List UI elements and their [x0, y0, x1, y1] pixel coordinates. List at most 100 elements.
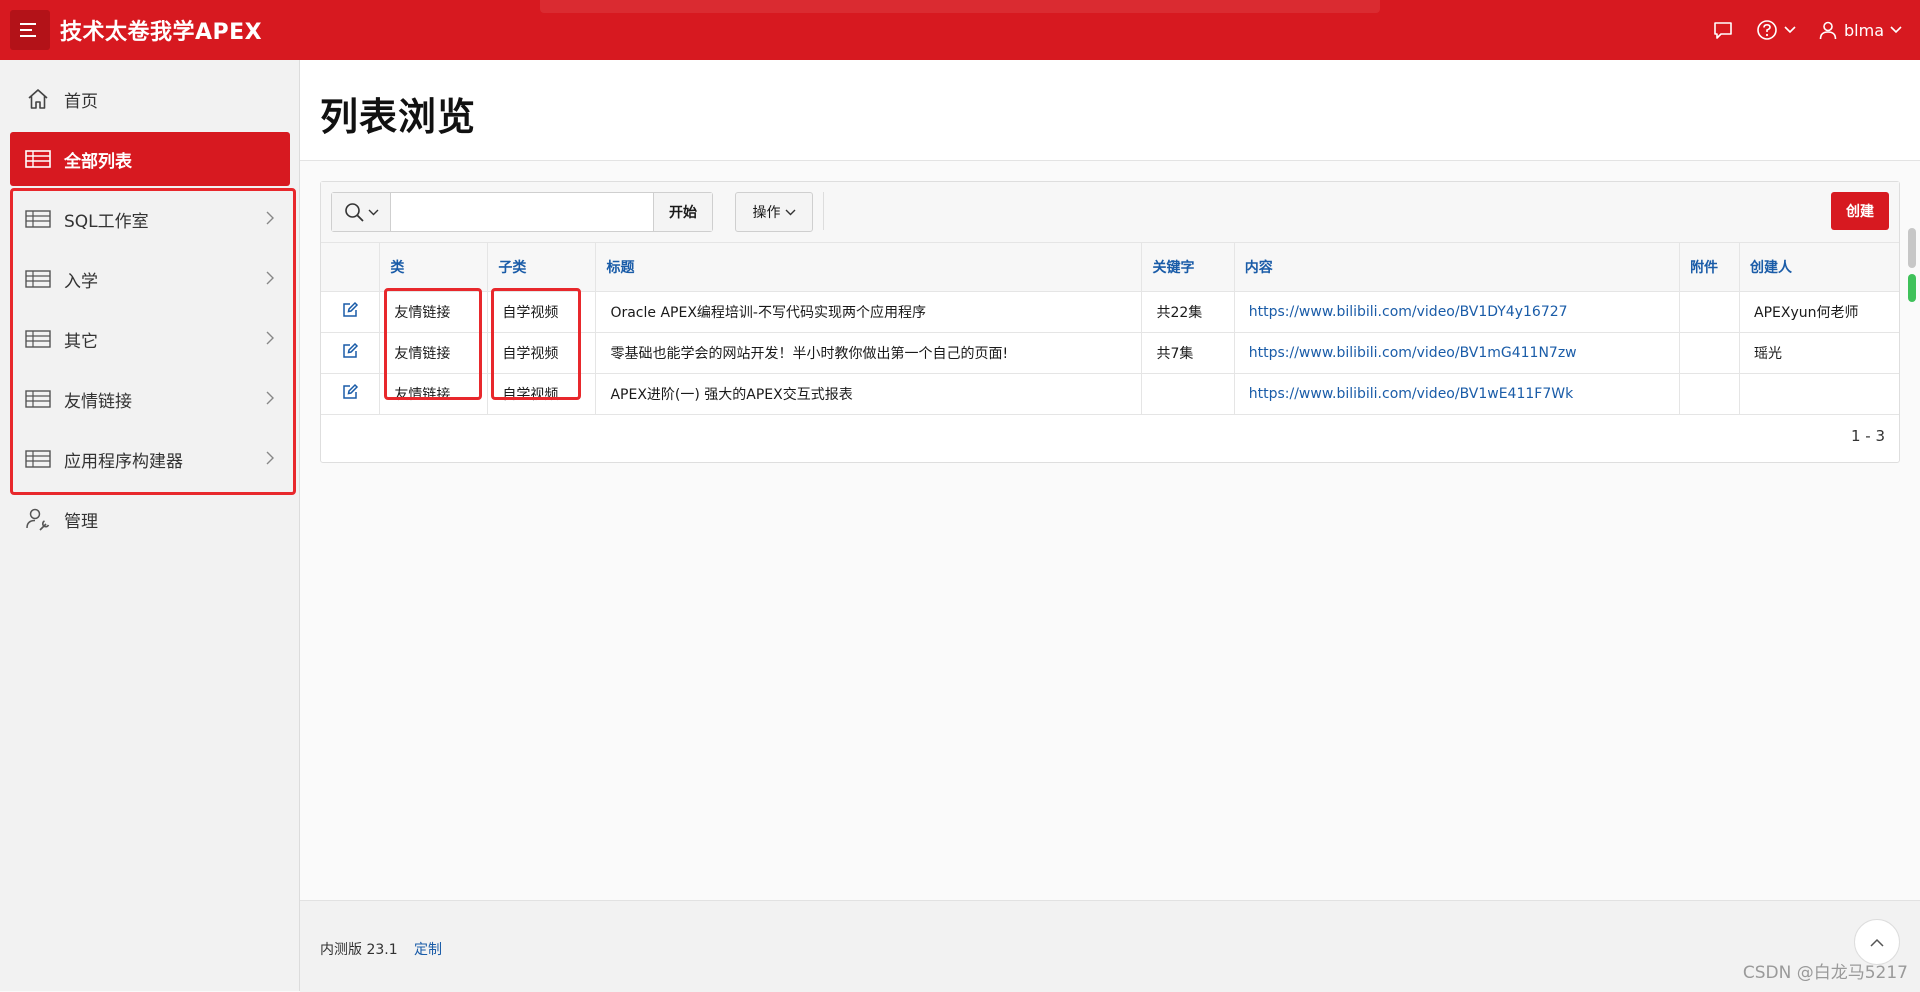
main-content: 列表浏览 开始 操作 创建 类 子类 标题 关键字 内容 附件 创建人 友情链接…	[300, 60, 1920, 992]
sidebar-item-label: 全部列表	[64, 151, 132, 172]
cell-creator: APEXyun何老师	[1739, 291, 1899, 333]
page-footer: 内测版 23.1 定制	[300, 900, 1920, 992]
page-header: 列表浏览	[300, 60, 1920, 161]
edit-icon	[343, 342, 359, 358]
feedback-button[interactable]	[1712, 20, 1734, 40]
table-icon	[24, 145, 52, 173]
search-column-button[interactable]	[332, 193, 391, 231]
chevron-right-icon	[266, 391, 274, 405]
chevron-down-icon	[785, 209, 795, 215]
column-header-attachment[interactable]: 附件	[1679, 243, 1741, 292]
sidebar-item-friend-links[interactable]: 友情链接	[10, 372, 290, 426]
cell-subcategory: 自学视频	[487, 373, 597, 415]
sidebar-item-app-builder[interactable]: 应用程序构建器	[10, 432, 290, 486]
edit-cell[interactable]	[321, 332, 381, 374]
cell-attachment	[1679, 332, 1741, 374]
cell-category: 友情链接	[379, 332, 489, 374]
table-icon	[24, 445, 52, 473]
edit-cell[interactable]	[321, 291, 381, 333]
sidebar-item-label: 管理	[64, 511, 98, 532]
sidebar-item-enrollment[interactable]: 入学	[10, 252, 290, 306]
report-table: 类 子类 标题 关键字 内容 附件 创建人 友情链接 自学视频 Oracle A…	[321, 243, 1899, 415]
cell-category: 友情链接	[379, 291, 489, 333]
go-button[interactable]: 开始	[653, 193, 712, 231]
chevron-down-icon	[1890, 26, 1902, 34]
column-header-edit	[321, 243, 381, 292]
chevron-right-icon	[266, 211, 274, 225]
chevron-right-icon	[266, 331, 274, 345]
chevron-right-icon	[266, 271, 274, 285]
table-icon	[24, 265, 52, 293]
table-row: 友情链接 自学视频 Oracle APEX编程培训-不写代码实现两个应用程序 共…	[321, 291, 1899, 333]
home-icon	[24, 85, 52, 113]
user-admin-icon	[24, 505, 52, 533]
window-title-bar	[540, 0, 1380, 13]
cell-attachment	[1679, 291, 1741, 333]
sidebar-item-home[interactable]: 首页	[10, 72, 290, 126]
sidebar-item-label: SQL工作室	[64, 211, 149, 232]
cell-content-link[interactable]: https://www.bilibili.com/video/BV1wE411F…	[1234, 373, 1681, 415]
help-menu-button[interactable]	[1756, 19, 1796, 41]
sidebar-item-label: 其它	[64, 331, 98, 352]
column-header-creator[interactable]: 创建人	[1739, 243, 1899, 292]
toolbar-divider	[823, 192, 824, 230]
table-icon	[24, 205, 52, 233]
cell-title: APEX进阶(一) 强大的APEX交互式报表	[595, 373, 1143, 415]
cell-creator: 瑶光	[1739, 332, 1899, 374]
column-header-keyword[interactable]: 关键字	[1141, 243, 1235, 292]
cell-attachment	[1679, 373, 1741, 415]
column-header-title[interactable]: 标题	[595, 243, 1143, 292]
table-icon	[24, 325, 52, 353]
sidebar-item-all-lists[interactable]: 全部列表	[10, 132, 290, 186]
table-row: 友情链接 自学视频 零基础也能学会的网站开发！半小时教你做出第一个自己的页面! …	[321, 332, 1899, 374]
pagination-info: 1 - 3	[1850, 427, 1885, 445]
cell-category: 友情链接	[379, 373, 489, 415]
sidebar-item-admin[interactable]: 管理	[10, 492, 290, 546]
version-text: 内测版 23.1	[320, 942, 398, 958]
scrollbar-thumb[interactable]	[1908, 228, 1916, 268]
user-menu-button[interactable]: blma	[1818, 20, 1902, 40]
interactive-report-region: 开始 操作 创建 类 子类 标题 关键字 内容 附件 创建人 友情链接 自学视频…	[320, 181, 1900, 463]
customize-link[interactable]: 定制	[414, 939, 442, 959]
table-icon	[24, 385, 52, 413]
edit-icon	[343, 301, 359, 317]
sidebar-item-other[interactable]: 其它	[10, 312, 290, 366]
report-toolbar: 开始 操作 创建	[321, 182, 1899, 243]
chevron-down-icon	[368, 209, 378, 215]
create-button[interactable]: 创建	[1831, 192, 1889, 230]
chevron-down-icon	[1784, 26, 1796, 34]
chevron-up-icon	[1870, 938, 1884, 947]
scrollbar-indicator	[1908, 274, 1916, 302]
page-title: 列表浏览	[320, 95, 477, 139]
sidebar-item-label: 友情链接	[64, 391, 132, 412]
sidebar-item-label: 应用程序构建器	[64, 451, 183, 472]
column-header-category[interactable]: 类	[379, 243, 489, 292]
column-header-subcategory[interactable]: 子类	[487, 243, 597, 292]
cell-subcategory: 自学视频	[487, 332, 597, 374]
cell-keyword	[1141, 373, 1235, 415]
cell-content-link[interactable]: https://www.bilibili.com/video/BV1DY4y16…	[1234, 291, 1681, 333]
cell-title: 零基础也能学会的网站开发！半小时教你做出第一个自己的页面!	[595, 332, 1143, 374]
table-header-row: 类 子类 标题 关键字 内容 附件 创建人	[321, 243, 1899, 292]
page-scrollbar[interactable]	[1908, 228, 1916, 303]
search-input[interactable]	[391, 193, 653, 231]
cell-creator	[1739, 373, 1899, 415]
menu-toggle-button[interactable]	[10, 10, 50, 50]
chevron-right-icon	[266, 451, 274, 465]
column-header-content[interactable]: 内容	[1234, 243, 1681, 292]
sidebar-item-sql-workshop[interactable]: SQL工作室	[10, 192, 290, 246]
user-name: blma	[1844, 20, 1884, 40]
user-icon	[1819, 21, 1837, 40]
search-group: 开始	[331, 192, 713, 232]
cell-keyword: 共22集	[1141, 291, 1235, 333]
sidebar-item-label: 入学	[64, 271, 98, 292]
sidebar-nav: 首页 全部列表 SQL工作室 入学 其它 友情链接 应用程序构建器 管理	[0, 60, 300, 991]
cell-content-link[interactable]: https://www.bilibili.com/video/BV1mG411N…	[1234, 332, 1681, 374]
actions-menu-button[interactable]: 操作	[735, 192, 813, 232]
help-icon	[1757, 20, 1777, 40]
sidebar-item-label: 首页	[64, 91, 98, 112]
app-title[interactable]: 技术太卷我学APEX	[60, 14, 262, 46]
actions-label: 操作	[752, 205, 781, 221]
chat-icon	[1714, 22, 1732, 39]
edit-cell[interactable]	[321, 373, 381, 415]
